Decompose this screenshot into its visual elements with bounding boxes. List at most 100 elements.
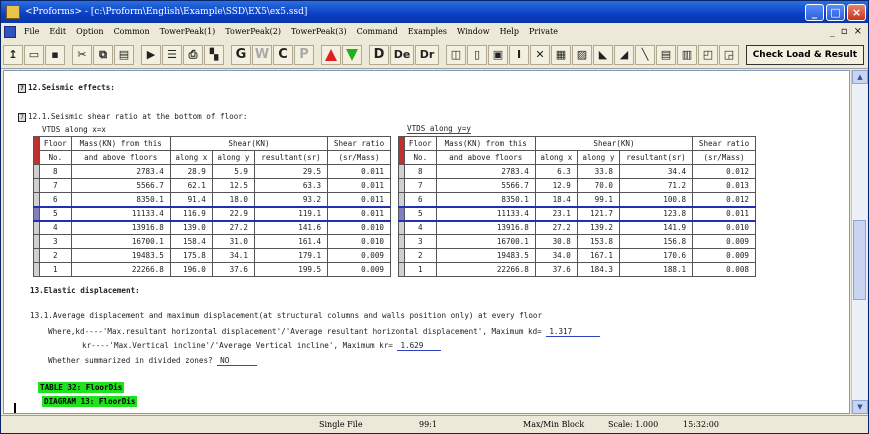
table-cell: 93.2 bbox=[253, 192, 329, 207]
g-button[interactable]: G bbox=[231, 44, 251, 65]
document-menu-icon[interactable] bbox=[4, 25, 16, 38]
table-cell: 119.1 bbox=[253, 205, 329, 222]
section-marker-icon[interactable]: 7 bbox=[18, 83, 26, 93]
scroll-down-icon[interactable]: ▼ bbox=[852, 400, 868, 414]
table-cell: 184.3 bbox=[576, 262, 620, 277]
table-cell: 19483.5 bbox=[70, 248, 171, 263]
run-icon[interactable]: ↥ bbox=[3, 44, 23, 65]
stair-b-icon[interactable]: ◢ bbox=[614, 44, 634, 65]
kd-value[interactable]: 1.317 bbox=[546, 327, 601, 337]
tool-f-icon[interactable]: ▤ bbox=[656, 44, 676, 65]
scroll-up-icon[interactable]: ▲ bbox=[852, 70, 868, 84]
tool-a-icon[interactable]: ◫ bbox=[446, 44, 466, 65]
de-button[interactable]: De bbox=[390, 44, 414, 65]
table-cell: 6 bbox=[39, 192, 72, 207]
table-row[interactable]: 1 22266.8 37.6 184.3 188.1 0.008 bbox=[398, 262, 756, 277]
table-row[interactable]: 8 2783.4 28.9 5.9 29.5 0.011 bbox=[33, 164, 391, 179]
application-window: <Proforms> - [c:\Proform\English\Example… bbox=[0, 0, 869, 434]
minimize-button[interactable]: _ bbox=[805, 3, 824, 21]
table-row[interactable]: 7 5566.7 12.9 70.0 71.2 0.013 bbox=[398, 178, 756, 193]
maximize-button[interactable]: □ bbox=[826, 3, 845, 21]
p-button[interactable]: P bbox=[294, 44, 314, 65]
tool-c-icon[interactable]: ▣ bbox=[488, 44, 508, 65]
cross-icon[interactable]: ✕ bbox=[530, 44, 550, 65]
stair-icon[interactable]: ◣ bbox=[593, 44, 613, 65]
table-32-link[interactable]: TABLE 32: FloorDis bbox=[38, 382, 125, 393]
menu-file[interactable]: File bbox=[19, 27, 44, 36]
title-bar[interactable]: <Proforms> - [c:\Proform\English\Example… bbox=[1, 1, 868, 23]
tool-h-icon[interactable]: ◰ bbox=[698, 44, 718, 65]
up-arrow-icon[interactable] bbox=[321, 44, 341, 65]
table-row[interactable]: 5 11133.4 116.9 22.9 119.1 0.011 bbox=[33, 205, 391, 222]
tool-g-icon[interactable]: ▥ bbox=[677, 44, 697, 65]
table-cell: 0.009 bbox=[692, 234, 756, 249]
table-row[interactable]: 4 13916.8 27.2 139.2 141.9 0.010 bbox=[398, 220, 756, 235]
chart-icon[interactable]: ▚ bbox=[204, 44, 224, 65]
table-cell: 19483.5 bbox=[435, 248, 536, 263]
table-row[interactable]: 3 16700.1 158.4 31.0 161.4 0.010 bbox=[33, 234, 391, 249]
table-cell: 1 bbox=[404, 262, 437, 277]
play-icon[interactable]: ▶ bbox=[141, 44, 161, 65]
table-row[interactable]: 8 2783.4 6.3 33.8 34.4 0.012 bbox=[398, 164, 756, 179]
table-cell: 175.8 bbox=[169, 248, 213, 263]
table-cell: 16700.1 bbox=[435, 234, 536, 249]
close-button[interactable]: × bbox=[847, 3, 866, 21]
tool-b-icon[interactable]: ▯ bbox=[467, 44, 487, 65]
kr-value[interactable]: 1.629 bbox=[397, 341, 442, 351]
tool-e-icon[interactable]: ▨ bbox=[572, 44, 592, 65]
menu-examples[interactable]: Examples bbox=[403, 27, 452, 36]
menu-towerpeak-2[interactable]: TowerPeak(2) bbox=[220, 27, 286, 36]
save-icon[interactable]: ▪ bbox=[45, 44, 65, 65]
mdi-minimize-icon[interactable]: _ bbox=[830, 26, 835, 37]
table-row[interactable]: 7 5566.7 62.1 12.5 63.3 0.011 bbox=[33, 178, 391, 193]
table-cell: 27.2 bbox=[534, 220, 578, 235]
menu-help[interactable]: Help bbox=[495, 27, 524, 36]
status-mode: Max/Min Block bbox=[523, 420, 585, 429]
table-row[interactable]: 6 8350.1 91.4 18.0 93.2 0.011 bbox=[33, 192, 391, 207]
menu-towerpeak-3[interactable]: TowerPeak(3) bbox=[286, 27, 352, 36]
scroll-thumb[interactable] bbox=[853, 220, 866, 300]
tool-i-icon[interactable]: ◲ bbox=[719, 44, 739, 65]
dr-button[interactable]: Dr bbox=[415, 44, 439, 65]
menu-common[interactable]: Common bbox=[109, 27, 155, 36]
menu-option[interactable]: Option bbox=[71, 27, 108, 36]
table-row[interactable]: 4 13916.8 139.0 27.2 141.6 0.010 bbox=[33, 220, 391, 235]
document-area[interactable]: 7 12.Seismic effects: 7 12.1.Seismic shear… bbox=[3, 70, 850, 414]
tool-d-icon[interactable]: ▦ bbox=[551, 44, 571, 65]
menu-private[interactable]: Private bbox=[524, 27, 563, 36]
cut-icon[interactable]: ✂ bbox=[72, 44, 92, 65]
diagram-13-link[interactable]: DIAGRAM 13: FloorDis bbox=[42, 396, 138, 407]
app-icon[interactable] bbox=[6, 5, 20, 19]
menu-command[interactable]: Command bbox=[352, 27, 403, 36]
table-row[interactable]: 5 11133.4 23.1 121.7 123.8 0.011 bbox=[398, 205, 756, 222]
column-icon[interactable]: I bbox=[509, 44, 529, 65]
table-cell: 34.1 bbox=[211, 248, 255, 263]
d-button[interactable]: D bbox=[369, 44, 389, 65]
table-cell: 5 bbox=[404, 205, 437, 222]
table-row[interactable]: 1 22266.8 196.0 37.6 199.5 0.009 bbox=[33, 262, 391, 277]
form-icon[interactable]: ☰ bbox=[162, 44, 182, 65]
down-arrow-icon[interactable] bbox=[342, 44, 362, 65]
table-cell: 29.5 bbox=[253, 164, 329, 179]
menu-towerpeak-1[interactable]: TowerPeak(1) bbox=[155, 27, 221, 36]
menu-window[interactable]: Window bbox=[452, 27, 495, 36]
zones-value[interactable]: NO bbox=[217, 356, 258, 366]
table-row[interactable]: 2 19483.5 175.8 34.1 179.1 0.009 bbox=[33, 248, 391, 263]
print-icon[interactable]: ⎙ bbox=[183, 44, 203, 65]
section-marker-icon[interactable]: 7 bbox=[18, 112, 26, 122]
table-row[interactable]: 3 16700.1 30.8 153.8 156.8 0.009 bbox=[398, 234, 756, 249]
table-row[interactable]: 2 19483.5 34.0 167.1 170.6 0.009 bbox=[398, 248, 756, 263]
table-row[interactable]: 6 8350.1 18.4 99.1 100.8 0.012 bbox=[398, 192, 756, 207]
mdi-close-icon[interactable]: × bbox=[854, 26, 862, 37]
diagonal-icon[interactable]: ╲ bbox=[635, 44, 655, 65]
paste-icon[interactable]: ▤ bbox=[114, 44, 134, 65]
check-load-result-button[interactable]: Check Load & Result bbox=[745, 44, 864, 65]
w-button[interactable]: W bbox=[252, 44, 272, 65]
menu-edit[interactable]: Edit bbox=[44, 27, 71, 36]
vertical-scrollbar[interactable]: ▲ ▼ bbox=[851, 70, 868, 414]
c-button[interactable]: C bbox=[273, 44, 293, 65]
table-cell: 5 bbox=[39, 205, 72, 222]
copy-icon[interactable]: ⧉ bbox=[93, 44, 113, 65]
open-icon[interactable]: ▭ bbox=[24, 44, 44, 65]
mdi-restore-icon[interactable]: ▫ bbox=[841, 26, 848, 37]
